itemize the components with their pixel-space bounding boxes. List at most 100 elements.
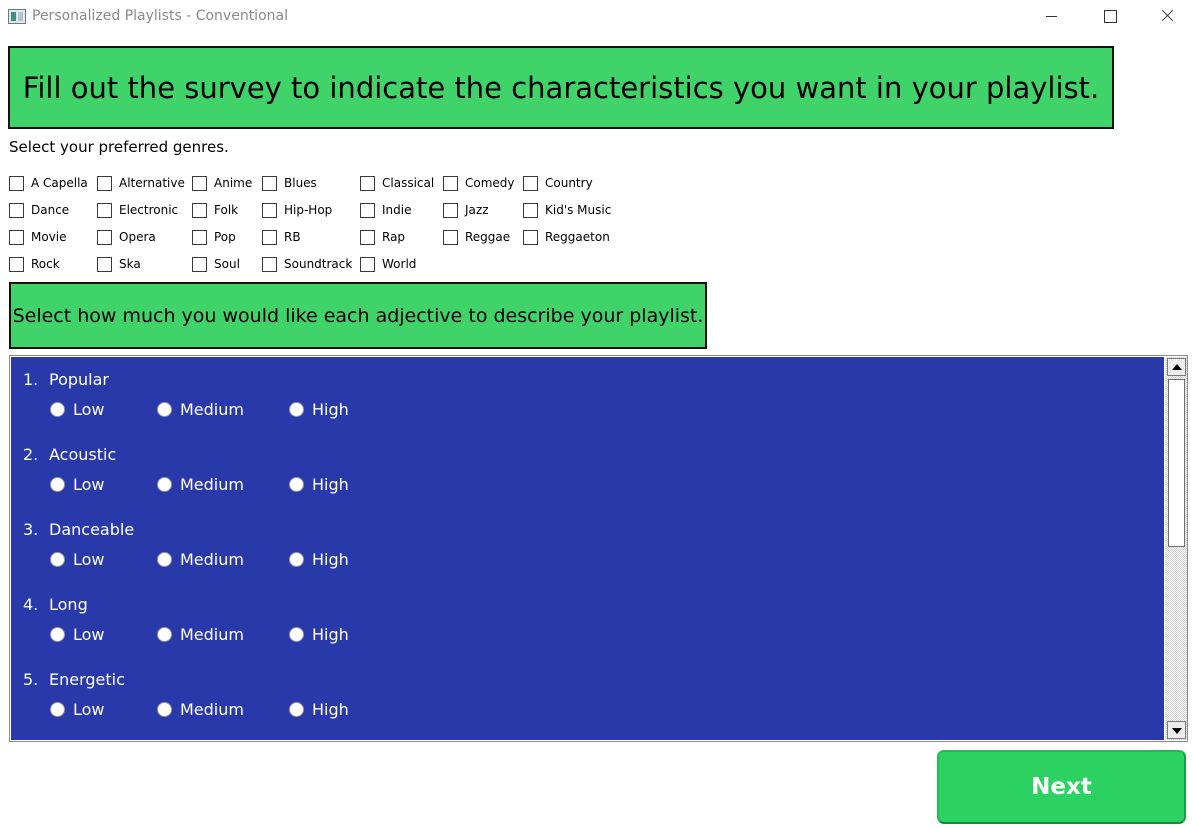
radio-button[interactable] (50, 401, 65, 417)
scroll-up-arrow-icon[interactable] (1167, 358, 1186, 376)
genre-checkbox[interactable] (262, 256, 277, 272)
radio-option[interactable]: High (289, 549, 349, 569)
genre-checkbox[interactable] (9, 256, 24, 272)
genre-option[interactable]: Kid's Music (523, 201, 611, 219)
genre-checkbox[interactable] (262, 229, 277, 245)
genre-checkbox[interactable] (360, 256, 375, 272)
genre-option[interactable]: Jazz (443, 201, 489, 219)
adjective-banner: Select how much you would like each adje… (9, 282, 707, 349)
genre-option[interactable]: Ska (97, 255, 141, 273)
genre-option[interactable]: World (360, 255, 416, 273)
radio-option[interactable]: Medium (157, 624, 244, 644)
radio-option[interactable]: Medium (157, 474, 244, 494)
genre-option[interactable]: Anime (192, 174, 252, 192)
radio-button[interactable] (289, 551, 304, 567)
genre-option[interactable]: Comedy (443, 174, 515, 192)
close-icon[interactable] (1138, 0, 1192, 32)
genre-option[interactable]: Blues (262, 174, 317, 192)
genre-option[interactable]: Country (523, 174, 593, 192)
genre-label: Country (545, 176, 593, 190)
radio-option[interactable]: High (289, 474, 349, 494)
radio-button[interactable] (50, 626, 65, 642)
window-title: Personalized Playlists - Conventional (32, 8, 288, 24)
genre-option[interactable]: Movie (9, 228, 67, 246)
radio-option[interactable]: High (289, 699, 349, 719)
scroll-thumb[interactable] (1168, 379, 1185, 547)
radio-option[interactable]: Low (50, 699, 105, 719)
genre-option[interactable]: Soul (192, 255, 240, 273)
radio-option[interactable]: High (289, 624, 349, 644)
radio-option[interactable]: Medium (157, 699, 244, 719)
radio-button[interactable] (157, 626, 172, 642)
genre-option[interactable]: Hip-Hop (262, 201, 332, 219)
minimize-icon[interactable] (1022, 0, 1080, 32)
genre-option[interactable]: Classical (360, 174, 434, 192)
genre-option[interactable]: Indie (360, 201, 411, 219)
radio-button[interactable] (289, 401, 304, 417)
genre-option[interactable]: Opera (97, 228, 156, 246)
genre-checkbox[interactable] (360, 175, 375, 191)
radio-button[interactable] (289, 476, 304, 492)
radio-button[interactable] (50, 551, 65, 567)
genre-checkbox[interactable] (97, 256, 112, 272)
genre-checkbox[interactable] (97, 175, 112, 191)
genre-checkbox[interactable] (192, 256, 207, 272)
genre-checkbox[interactable] (360, 229, 375, 245)
genre-option[interactable]: RB (262, 228, 301, 246)
radio-button[interactable] (157, 476, 172, 492)
genre-checkbox[interactable] (262, 202, 277, 218)
radio-button[interactable] (50, 701, 65, 717)
genre-option[interactable]: Rock (9, 255, 60, 273)
genre-option[interactable]: Electronic (97, 201, 178, 219)
radio-option[interactable]: Low (50, 549, 105, 569)
genre-option[interactable]: Reggaeton (523, 228, 610, 246)
radio-label: Low (73, 624, 105, 644)
radio-button[interactable] (289, 701, 304, 717)
genre-checkbox[interactable] (523, 202, 538, 218)
genre-checkbox[interactable] (523, 229, 538, 245)
radio-option[interactable]: Low (50, 399, 105, 419)
genre-checkbox[interactable] (443, 175, 458, 191)
vertical-scrollbar[interactable] (1165, 357, 1187, 740)
radio-option[interactable]: Low (50, 624, 105, 644)
radio-label: Low (73, 474, 105, 494)
adjective-list: 1. Popular Low Medium High 2. Acoustic L… (11, 357, 1164, 740)
genre-option[interactable]: Alternative (97, 174, 185, 192)
radio-option[interactable]: High (289, 399, 349, 419)
genre-checkbox[interactable] (9, 202, 24, 218)
genre-checkbox[interactable] (9, 175, 24, 191)
genre-option[interactable]: Pop (192, 228, 236, 246)
question-number: 2. (23, 445, 39, 464)
genre-checkbox[interactable] (97, 229, 112, 245)
genre-checkbox[interactable] (192, 229, 207, 245)
genre-option[interactable]: Dance (9, 201, 69, 219)
genre-checkbox[interactable] (192, 202, 207, 218)
radio-button[interactable] (157, 551, 172, 567)
survey-header-banner: Fill out the survey to indicate the char… (8, 46, 1114, 129)
genre-option[interactable]: A Capella (9, 174, 88, 192)
genre-option[interactable]: Reggae (443, 228, 510, 246)
radio-button[interactable] (157, 701, 172, 717)
radio-option[interactable]: Medium (157, 399, 244, 419)
genre-checkbox[interactable] (192, 175, 207, 191)
genre-checkbox[interactable] (360, 202, 375, 218)
radio-option[interactable]: Low (50, 474, 105, 494)
next-button-label: Next (1031, 774, 1092, 800)
radio-button[interactable] (157, 401, 172, 417)
genre-option[interactable]: Soundtrack (262, 255, 352, 273)
genre-checkbox[interactable] (97, 202, 112, 218)
next-button[interactable]: Next (937, 750, 1186, 824)
genre-checkbox[interactable] (443, 202, 458, 218)
genre-checkbox[interactable] (262, 175, 277, 191)
genre-option[interactable]: Folk (192, 201, 238, 219)
genre-option[interactable]: Rap (360, 228, 405, 246)
genre-checkbox[interactable] (523, 175, 538, 191)
genre-checkbox[interactable] (443, 229, 458, 245)
scroll-down-arrow-icon[interactable] (1167, 721, 1186, 739)
radio-button[interactable] (289, 626, 304, 642)
radio-button[interactable] (50, 476, 65, 492)
maximize-icon[interactable] (1080, 0, 1138, 32)
genre-label: Pop (214, 230, 236, 244)
radio-option[interactable]: Medium (157, 549, 244, 569)
genre-checkbox[interactable] (9, 229, 24, 245)
